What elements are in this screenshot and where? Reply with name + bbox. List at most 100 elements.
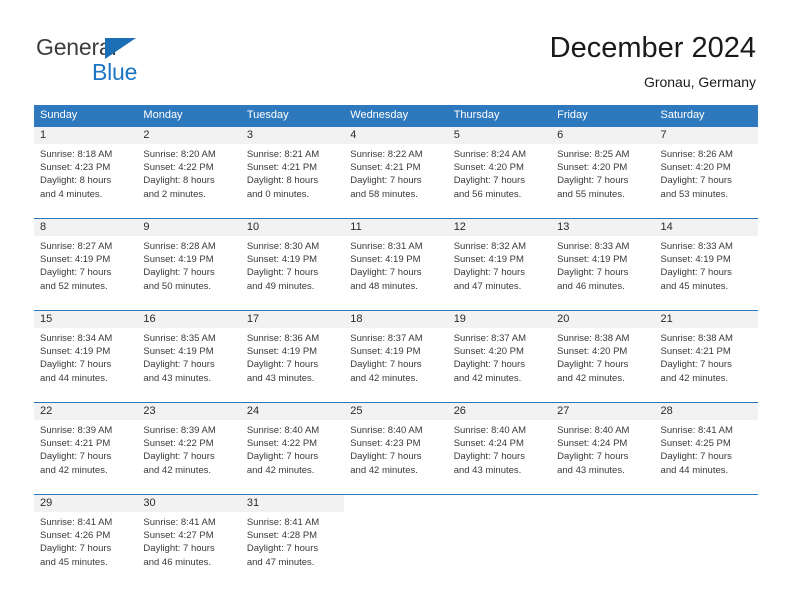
day-cell[interactable]: 2 Sunrise: 8:20 AM Sunset: 4:22 PM Daylight… [137,127,241,218]
day-number: 6 [551,127,655,144]
daylight-text-line1: Daylight: 7 hours [40,359,112,371]
sunset-text: Sunset: 4:19 PM [40,346,111,358]
daylight-text-line2: and 42 minutes. [557,372,625,384]
day-cell[interactable]: 22 Sunrise: 8:39 AM Sunset: 4:21 PM Dayligh… [34,403,138,494]
day-cell[interactable]: 25 Sunrise: 8:40 AM Sunset: 4:23 PM Dayligh… [344,403,448,494]
day-cell[interactable]: 1 Sunrise: 8:18 AM Sunset: 4:23 PM Daylight… [34,127,138,218]
sunrise-text: Sunrise: 8:38 AM [557,333,630,344]
sunrise-text: Sunrise: 8:41 AM [40,517,113,528]
daylight-text-line2: and 42 minutes. [143,464,212,476]
day-cell[interactable]: 19 Sunrise: 8:37 AM Sunset: 4:20 PM Dayligh… [447,311,552,402]
day-cell[interactable]: 6 Sunrise: 8:25 AM Sunset: 4:20 PM Daylight… [551,127,655,218]
day-cell[interactable]: 12 Sunrise: 8:32 AM Sunset: 4:19 PM Dayligh… [447,219,552,310]
sunrise-text: Sunrise: 8:37 AM [453,333,527,344]
daylight-text-line2: and 42 minutes. [246,464,315,476]
day-cell[interactable]: 21 Sunrise: 8:38 AM Sunset: 4:21 PM Dayligh… [654,311,758,402]
sunrise-text: Sunrise: 8:37 AM [350,333,423,344]
day-details: Sunrise: 8:18 AM Sunset: 4:23 PM Daylight:… [34,144,137,201]
day-cell[interactable]: 26 Sunrise: 8:40 AM Sunset: 4:24 PM Dayligh… [447,403,552,494]
day-number: 4 [344,127,448,144]
sunset-text: Sunset: 4:22 PM [143,438,214,450]
daylight-text-line1: Daylight: 7 hours [40,267,112,279]
day-cell[interactable]: 23 Sunrise: 8:39 AM Sunset: 4:22 PM Dayligh… [137,403,241,494]
sunset-text: Sunset: 4:24 PM [453,438,524,450]
day-cell[interactable]: 14 Sunrise: 8:33 AM Sunset: 4:19 PM Dayligh… [654,219,758,310]
day-details: Sunrise: 8:22 AM Sunset: 4:21 PM Daylight:… [344,144,447,201]
day-details: Sunrise: 8:34 AM Sunset: 4:19 PM Daylight:… [34,328,137,385]
day-number: 28 [654,403,758,420]
sunset-text: Sunset: 4:21 PM [350,162,421,174]
day-number: 18 [344,311,448,328]
daylight-text-line2: and 44 minutes. [660,464,729,476]
daylight-text-line2: and 43 minutes. [143,372,212,384]
daylight-text-line1: Daylight: 7 hours [246,543,319,555]
day-cell[interactable]: 11 Sunrise: 8:31 AM Sunset: 4:19 PM Dayligh… [344,219,448,310]
week-row: 8 Sunrise: 8:27 AM Sunset: 4:19 PM Daylight… [34,218,758,310]
daylight-text-line2: and 45 minutes. [40,556,108,568]
day-cell[interactable]: 28 Sunrise: 8:41 AM Sunset: 4:25 PM Dayligh… [654,403,758,494]
daylight-text-line1: Daylight: 7 hours [557,359,629,371]
day-cell[interactable]: 31 Sunrise: 8:41 AM Sunset: 4:28 PM Dayligh… [240,495,345,584]
day-cell[interactable]: 3 Sunrise: 8:21 AM Sunset: 4:21 PM Daylight… [240,127,345,218]
daylight-text-line1: Daylight: 8 hours [40,175,112,187]
daylight-text-line1: Daylight: 7 hours [350,175,422,187]
daylight-text-line1: Daylight: 7 hours [453,451,525,463]
day-cell[interactable]: 5 Sunrise: 8:24 AM Sunset: 4:20 PM Daylight… [447,127,552,218]
week-row: 22 Sunrise: 8:39 AM Sunset: 4:21 PM Dayligh… [34,402,758,494]
day-cell[interactable]: 9 Sunrise: 8:28 AM Sunset: 4:19 PM Daylight… [137,219,241,310]
sunrise-text: Sunrise: 8:28 AM [143,241,216,252]
day-cell[interactable]: 4 Sunrise: 8:22 AM Sunset: 4:21 PM Daylight… [344,127,448,218]
week-row: 15 Sunrise: 8:34 AM Sunset: 4:19 PM Dayligh… [34,310,758,402]
sunrise-text: Sunrise: 8:40 AM [246,425,320,436]
day-details: Sunrise: 8:38 AM Sunset: 4:20 PM Daylight:… [551,328,654,385]
daylight-text-line2: and 42 minutes. [40,464,108,476]
sunset-text: Sunset: 4:21 PM [246,162,318,174]
sunrise-text: Sunrise: 8:18 AM [40,149,113,160]
sunset-text: Sunset: 4:28 PM [246,530,318,542]
day-details: Sunrise: 8:26 AM Sunset: 4:20 PM Daylight:… [655,144,758,201]
sunset-text: Sunset: 4:20 PM [453,162,524,174]
day-cell[interactable]: 15 Sunrise: 8:34 AM Sunset: 4:19 PM Dayligh… [34,311,138,402]
day-number: 12 [447,219,552,236]
week-row: 1 Sunrise: 8:18 AM Sunset: 4:23 PM Daylight… [34,126,758,218]
triangle-icon [105,38,136,59]
day-cell[interactable]: 7 Sunrise: 8:26 AM Sunset: 4:20 PM Daylight… [654,127,758,218]
day-number: 2 [137,127,241,144]
daylight-text-line1: Daylight: 7 hours [40,451,112,463]
daylight-text-line2: and 43 minutes. [557,464,625,476]
day-details: Sunrise: 8:33 AM Sunset: 4:19 PM Daylight:… [551,236,654,293]
day-cell[interactable]: 10 Sunrise: 8:30 AM Sunset: 4:19 PM Dayligh… [240,219,345,310]
week-row: 29 Sunrise: 8:41 AM Sunset: 4:26 PM Dayligh… [34,494,758,584]
day-details: Sunrise: 8:37 AM Sunset: 4:19 PM Daylight:… [344,328,447,385]
day-cell[interactable]: 16 Sunrise: 8:35 AM Sunset: 4:19 PM Dayligh… [137,311,241,402]
day-number: 27 [551,403,655,420]
day-cell[interactable]: 18 Sunrise: 8:37 AM Sunset: 4:19 PM Dayligh… [344,311,448,402]
day-number: 14 [654,219,758,236]
day-details: Sunrise: 8:27 AM Sunset: 4:19 PM Daylight:… [34,236,137,293]
day-cell[interactable]: 27 Sunrise: 8:40 AM Sunset: 4:24 PM Dayligh… [551,403,655,494]
calendar-grid: Sunday Monday Tuesday Wednesday Thursday… [34,105,758,584]
sunrise-text: Sunrise: 8:36 AM [246,333,320,344]
day-cell[interactable]: 24 Sunrise: 8:40 AM Sunset: 4:22 PM Dayligh… [240,403,345,494]
day-number: 1 [34,127,138,144]
day-cell[interactable]: 13 Sunrise: 8:33 AM Sunset: 4:19 PM Dayligh… [551,219,655,310]
daylight-text-line1: Daylight: 7 hours [143,543,215,555]
day-number: 23 [137,403,241,420]
day-cell[interactable]: 8 Sunrise: 8:27 AM Sunset: 4:19 PM Daylight… [34,219,138,310]
daylight-text-line1: Daylight: 7 hours [143,267,215,279]
sunset-text: Sunset: 4:27 PM [143,530,214,542]
day-number: 11 [344,219,448,236]
day-cell[interactable]: 29 Sunrise: 8:41 AM Sunset: 4:26 PM Dayligh… [34,495,138,584]
daylight-text-line2: and 0 minutes. [246,188,310,200]
sunrise-text: Sunrise: 8:32 AM [453,241,527,252]
day-number [654,495,758,512]
day-cell[interactable]: 20 Sunrise: 8:38 AM Sunset: 4:20 PM Dayligh… [551,311,655,402]
weekday-thursday: Thursday [453,109,500,121]
weekday-wednesday: Wednesday [350,109,409,121]
day-cell[interactable]: 17 Sunrise: 8:36 AM Sunset: 4:19 PM Dayligh… [240,311,345,402]
generalblue-logo[interactable]: General Blue [36,34,236,90]
sunset-text: Sunset: 4:19 PM [350,254,421,266]
day-number: 21 [654,311,758,328]
day-cell[interactable]: 30 Sunrise: 8:41 AM Sunset: 4:27 PM Dayligh… [137,495,241,584]
day-number: 24 [240,403,345,420]
